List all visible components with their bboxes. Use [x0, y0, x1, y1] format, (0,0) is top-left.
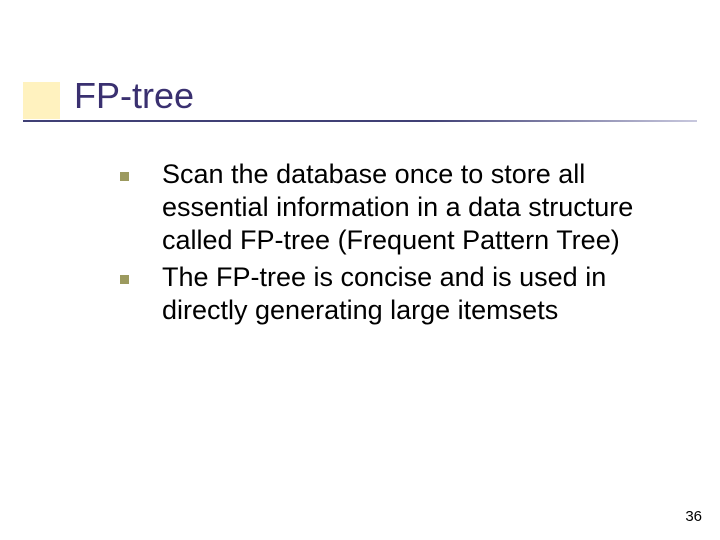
bullet-text: Scan the database once to store all esse… — [162, 159, 633, 255]
slide-title: FP-tree — [74, 75, 194, 117]
content-area: Scan the database once to store all esse… — [120, 158, 680, 331]
title-underline — [23, 120, 697, 122]
title-accent-block — [23, 82, 60, 119]
bullet-item: The FP-tree is concise and is used in di… — [120, 261, 680, 327]
square-bullet-icon — [120, 172, 129, 181]
square-bullet-icon — [120, 275, 129, 284]
bullet-text: The FP-tree is concise and is used in di… — [162, 262, 606, 325]
page-number: 36 — [685, 508, 702, 525]
bullet-item: Scan the database once to store all esse… — [120, 158, 680, 257]
title-container: FP-tree — [74, 75, 194, 117]
